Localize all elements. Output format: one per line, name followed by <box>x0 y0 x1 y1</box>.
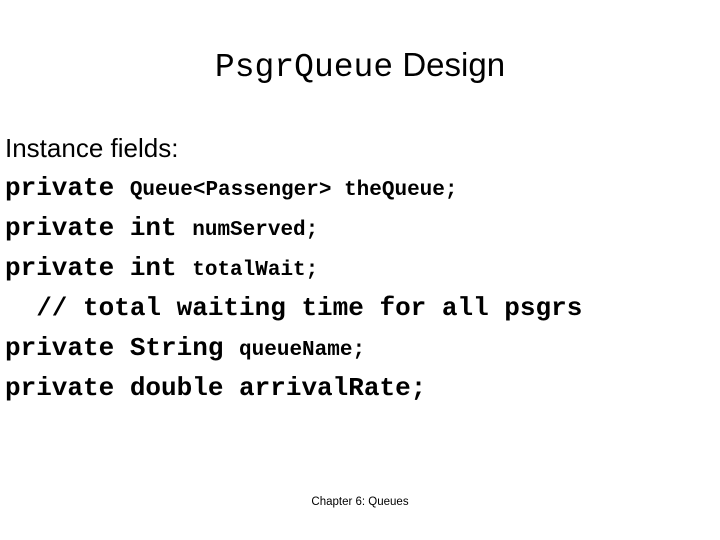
code-keyword-segment: private int <box>5 213 193 243</box>
code-identifier-segment: queueName; <box>239 339 366 362</box>
code-comment-segment: // total waiting time for all psgrs <box>5 293 583 323</box>
code-line-field-totalwait: private int totalWait; <box>5 248 717 288</box>
code-line-field-queuename: private String queueName; <box>5 328 717 368</box>
slide-title-suffix: Design <box>402 46 506 83</box>
body-heading-instance-fields: Instance fields: <box>5 128 717 168</box>
code-line-comment-totalwait: // total waiting time for all psgrs <box>5 288 717 328</box>
code-identifier-segment: numServed; <box>192 219 319 242</box>
slide-title-class-name: PsgrQueue <box>214 49 394 86</box>
slide-body: Instance fields: private Queue<Passenger… <box>5 128 717 408</box>
code-keyword-segment: private String <box>5 333 240 363</box>
slide-title: PsgrQueue Design <box>0 46 720 86</box>
code-identifier-segment: totalWait; <box>192 259 319 282</box>
code-identifier-segment: Queue<Passenger> theQueue; <box>129 179 458 202</box>
code-keyword-segment: private <box>5 173 130 203</box>
code-keyword-segment: private double arrivalRate; <box>5 373 427 403</box>
code-line-field-arrivalrate: private double arrivalRate; <box>5 368 717 408</box>
code-line-field-numserved: private int numServed; <box>5 208 717 248</box>
slide-title-separator <box>393 46 402 83</box>
slide-footer: Chapter 6: Queues <box>311 496 409 508</box>
code-line-field-thequeue: private Queue<Passenger> theQueue; <box>5 168 717 208</box>
slide-canvas: PsgrQueue Design Instance fields: privat… <box>0 0 720 540</box>
body-heading-label: Instance fields: <box>5 133 179 163</box>
code-keyword-segment: private int <box>5 253 193 283</box>
